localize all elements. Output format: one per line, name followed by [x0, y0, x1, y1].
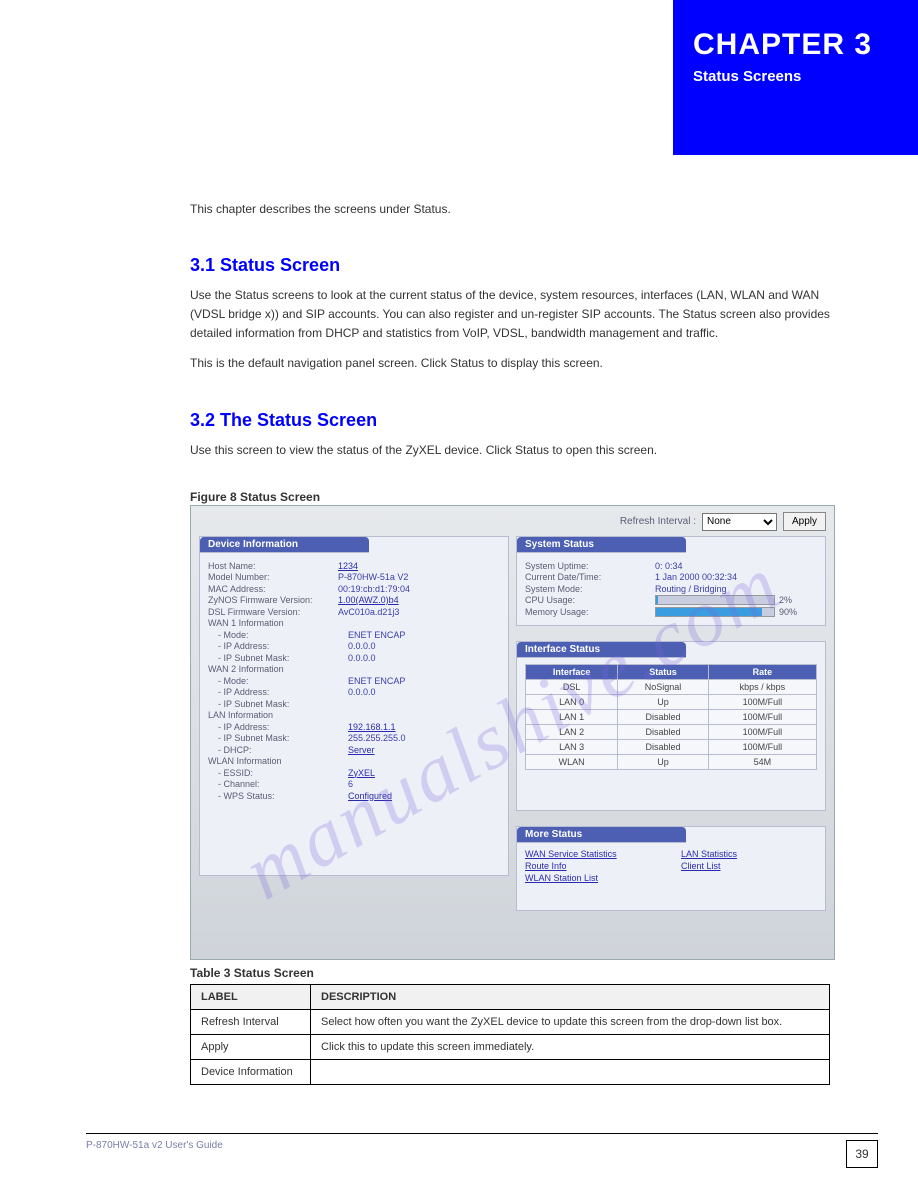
status-screenshot: manualshive.com Refresh Interval : None …: [190, 505, 835, 960]
guide-title: P-870HW-51a v2 User's Guide: [86, 1140, 223, 1168]
section-paragraph: This is the default navigation panel scr…: [190, 354, 830, 373]
section-heading: 3.2 The Status Screen: [190, 410, 830, 431]
dhcp-link[interactable]: Server: [348, 745, 375, 755]
page-number: 39: [846, 1140, 878, 1168]
row-host-name: Host Name:1234: [208, 561, 500, 571]
wlan-station-link[interactable]: WLAN Station List: [525, 873, 661, 883]
apply-button[interactable]: Apply: [783, 512, 826, 531]
panel-title: Device Information: [200, 537, 369, 553]
wps-link[interactable]: Configured: [348, 791, 392, 801]
th-label: LABEL: [191, 985, 311, 1010]
cpu-bar: [655, 595, 775, 605]
section-3-2: 3.2 The Status Screen Use this screen to…: [190, 410, 830, 460]
panel-title: System Status: [517, 537, 686, 553]
row-model: Model Number:P-870HW-51a V2: [208, 572, 500, 582]
page-footer: P-870HW-51a v2 User's Guide 39: [86, 1133, 878, 1168]
client-list-link[interactable]: Client List: [681, 861, 817, 871]
chapter-banner: CHAPTER 3 Status Screens: [673, 0, 918, 155]
more-status-panel: More Status WAN Service Statistics LAN S…: [516, 826, 826, 911]
table-row: LAN 3Disabled100M/Full: [526, 740, 817, 755]
wan-stats-link[interactable]: WAN Service Statistics: [525, 849, 661, 859]
route-info-link[interactable]: Route Info: [525, 861, 661, 871]
table-row: DSLNoSignalkbps / kbps: [526, 680, 817, 695]
wlan-header: WLAN Information: [208, 756, 500, 766]
wan1-header: WAN 1 Information: [208, 618, 500, 628]
essid-link[interactable]: ZyXEL: [348, 768, 375, 778]
table-row: LAN 1Disabled100M/Full: [526, 710, 817, 725]
interface-table: Interface Status Rate DSLNoSignalkbps / …: [525, 664, 817, 770]
section-3-1: 3.1 Status Screen Use the Status screens…: [190, 255, 830, 383]
section-heading: 3.1 Status Screen: [190, 255, 830, 276]
refresh-label: Refresh Interval :: [620, 516, 696, 527]
table-row: Apply Click this to update this screen i…: [191, 1035, 830, 1060]
refresh-interval-select[interactable]: None: [702, 513, 777, 531]
section-paragraph: Use this screen to view the status of th…: [190, 441, 830, 460]
table-row: Device Information: [191, 1060, 830, 1085]
table-row: WLANUp54M: [526, 755, 817, 770]
chapter-title: Status Screens: [693, 68, 900, 85]
row-fw: ZyNOS Firmware Version:1.00(AWZ.0)b4: [208, 595, 500, 605]
table-row: LAN 2Disabled100M/Full: [526, 725, 817, 740]
chapter-intro: This chapter describes the screens under…: [190, 200, 830, 219]
mem-bar: [655, 607, 775, 617]
chapter-number: CHAPTER 3: [693, 28, 900, 62]
figure-caption: Figure 8 Status Screen: [190, 490, 830, 504]
lan-ip-link[interactable]: 192.168.1.1: [348, 722, 396, 732]
cpu-pct: 2%: [779, 595, 792, 605]
description-table: LABEL DESCRIPTION Refresh Interval Selec…: [190, 984, 830, 1085]
device-information-panel: Device Information Host Name:1234 Model …: [199, 536, 509, 876]
interface-status-panel: Interface Status Interface Status Rate D…: [516, 641, 826, 811]
wan2-header: WAN 2 Information: [208, 664, 500, 674]
panel-title: More Status: [517, 827, 686, 843]
table-row: LAN 0Up100M/Full: [526, 695, 817, 710]
mem-pct: 90%: [779, 607, 797, 617]
row-mac: MAC Address:00:19:cb:d1:79:04: [208, 584, 500, 594]
system-status-panel: System Status System Uptime:0: 0:34 Curr…: [516, 536, 826, 626]
table-row: Refresh Interval Select how often you wa…: [191, 1010, 830, 1035]
panel-title: Interface Status: [517, 642, 686, 658]
refresh-bar: Refresh Interval : None Apply: [620, 512, 826, 531]
lan-stats-link[interactable]: LAN Statistics: [681, 849, 817, 859]
table-caption: Table 3 Status Screen: [190, 966, 314, 980]
th-desc: DESCRIPTION: [311, 985, 830, 1010]
cpu-usage: CPU Usage: 2%: [525, 595, 817, 605]
firmware-link[interactable]: 1.00(AWZ.0)b4: [338, 595, 399, 605]
section-paragraph: Use the Status screens to look at the cu…: [190, 286, 830, 344]
memory-usage: Memory Usage: 90%: [525, 607, 817, 617]
row-dslfw: DSL Firmware Version:AvC010a.d21j3: [208, 607, 500, 617]
lan-header: LAN Information: [208, 710, 500, 720]
host-name-link[interactable]: 1234: [338, 561, 358, 571]
